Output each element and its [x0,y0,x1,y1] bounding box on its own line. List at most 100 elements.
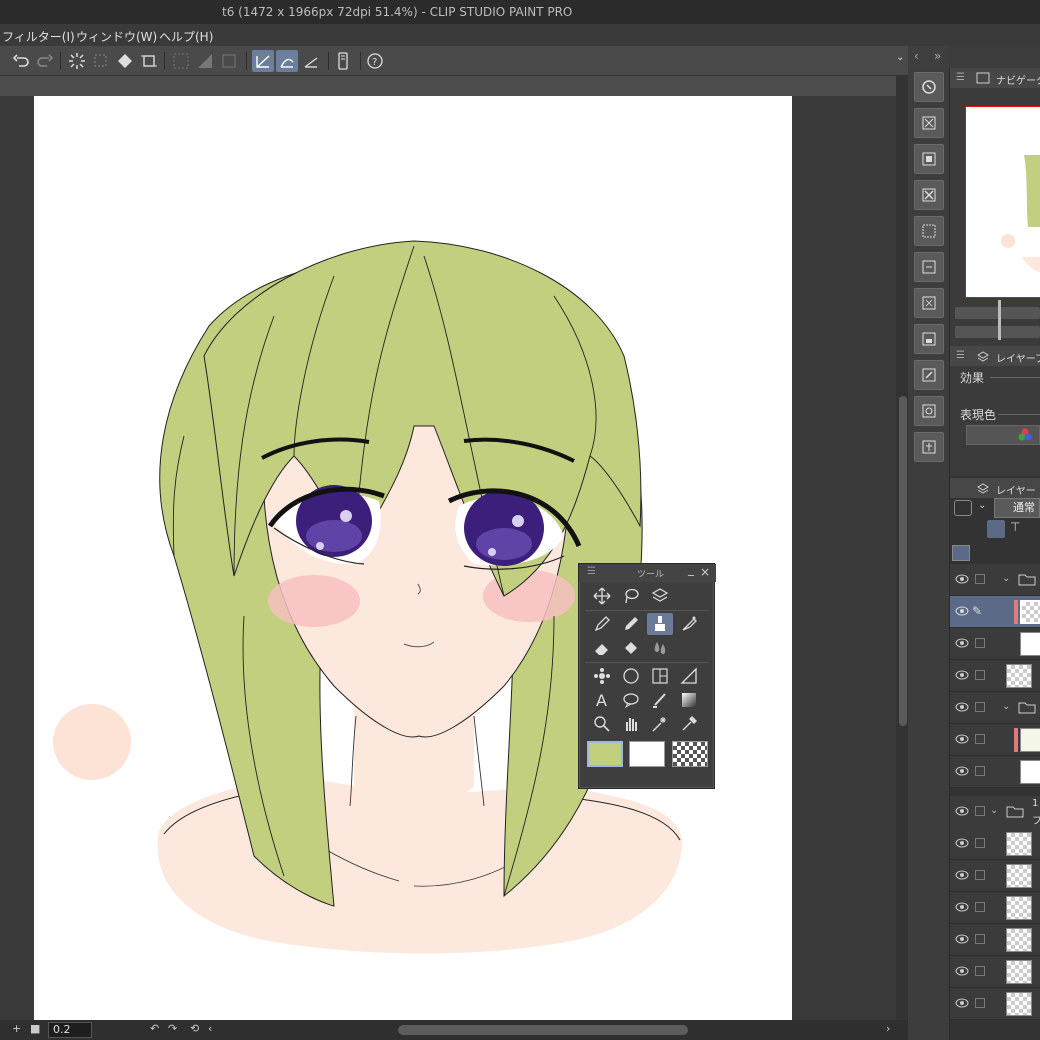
navigator-slider-handle[interactable] [998,300,1001,340]
rotate-right-button[interactable]: ↷ [168,1022,177,1035]
expand-right-icon[interactable]: » [934,49,941,63]
eye-icon[interactable] [955,637,969,649]
zoom-tool[interactable] [589,713,615,735]
blend-tool[interactable] [647,637,673,659]
side-button-1[interactable] [914,72,944,102]
folder-chevron-icon[interactable]: ⌄ [1002,573,1010,584]
layer-row-3[interactable] [950,660,1040,692]
layer-select-tool[interactable] [647,585,673,607]
eye-icon[interactable] [955,965,969,977]
smartphone-button[interactable] [332,50,354,72]
auto-select-tool[interactable] [647,713,673,735]
layer-checkbox[interactable] [975,966,985,976]
move-tool[interactable] [589,585,615,607]
layer-checkbox[interactable] [975,702,985,712]
layer-row-selected[interactable]: ✎ [950,596,1040,628]
fill-tool[interactable] [618,637,644,659]
lasso-tool[interactable] [618,585,644,607]
folder-chevron-icon[interactable]: ⌄ [1002,701,1010,712]
eye-icon[interactable] [955,837,969,849]
zoom-in-button[interactable]: + [12,1022,21,1035]
side-button-8[interactable] [914,324,944,354]
dropdown-chevron-icon[interactable]: ⌄ [978,500,986,511]
lock-transparent-button[interactable] [987,520,1005,538]
snap-grid-button[interactable] [300,50,322,72]
eye-icon[interactable] [955,765,969,777]
eye-icon[interactable] [955,933,969,945]
side-button-6[interactable] [914,252,944,282]
ruler-button[interactable] [194,50,216,72]
snap-special-ruler-button[interactable] [276,50,298,72]
frame-button[interactable] [218,50,240,72]
layer-checkbox[interactable] [975,998,985,1008]
redo-button[interactable] [34,50,56,72]
eye-icon[interactable] [955,997,969,1009]
help-button[interactable]: ? [364,50,386,72]
undo-button[interactable] [10,50,32,72]
eye-icon[interactable] [955,869,969,881]
figure-tool[interactable] [618,665,644,687]
close-icon[interactable]: × [700,565,710,579]
panel-grip-icon[interactable]: ☰ [956,350,965,361]
scroll-right-button[interactable]: › [886,1022,890,1035]
hand-tool[interactable] [618,713,644,735]
ruler-tool[interactable] [676,665,702,687]
brush-tool[interactable] [647,613,673,635]
balloon-tool[interactable] [618,689,644,711]
layer-row-6[interactable] [950,828,1040,860]
side-button-11[interactable] [914,432,944,462]
layer-checkbox[interactable] [975,766,985,776]
layer-row-7[interactable] [950,860,1040,892]
layer-checkbox[interactable] [975,638,985,648]
layer-checkbox[interactable] [975,902,985,912]
expression-color-button[interactable] [966,425,1040,445]
eye-icon[interactable] [955,701,969,713]
collapse-left-icon[interactable]: ‹ [914,49,919,63]
layer-row-9[interactable] [950,924,1040,956]
layer-checkbox[interactable] [975,670,985,680]
side-button-2[interactable] [914,108,944,138]
eye-icon[interactable] [955,901,969,913]
layer-checkbox[interactable] [975,934,985,944]
eye-icon[interactable] [955,573,969,585]
eyedropper-tool[interactable] [676,713,702,735]
layer-checkbox[interactable] [975,574,985,584]
layer-checkbox[interactable] [975,806,985,816]
horizontal-scroll-thumb[interactable] [398,1025,688,1035]
palette-grip-icon[interactable]: ☰ [587,566,596,577]
sub-color-swatch[interactable] [629,741,665,767]
eye-icon[interactable] [955,733,969,745]
eye-icon[interactable] [955,605,969,617]
blend-mode-select[interactable]: 通常 [994,498,1040,518]
reset-rotation-button[interactable]: ⟲ [190,1022,199,1035]
gradient-tool[interactable] [676,689,702,711]
menu-filter[interactable]: フィルター(I) [2,28,75,45]
layer-checkbox[interactable] [975,870,985,880]
pencil-tool[interactable] [618,613,644,635]
menu-help[interactable]: ヘルプ(H) [159,28,213,45]
grid-off-button[interactable] [170,50,192,72]
eraser-tool[interactable] [589,637,615,659]
decoration-tool[interactable] [589,665,615,687]
crop-button[interactable] [138,50,160,72]
transparent-color-swatch[interactable] [672,741,708,767]
fill-button[interactable] [114,50,136,72]
clip-lower-layer-icon[interactable]: ⊤ [1010,520,1020,534]
clear-selection-button[interactable] [90,50,112,72]
side-button-5[interactable] [914,216,944,246]
minimize-icon[interactable]: _ [688,562,694,576]
layer-menu-button[interactable] [952,545,970,561]
layer-row-4[interactable] [950,724,1040,756]
text-tool[interactable]: A [589,689,615,711]
loading-button[interactable] [66,50,88,72]
layer-row-11[interactable] [950,988,1040,1020]
layer-row-folder-3[interactable]: ⌄ 1 フ [950,796,1040,830]
collapse-chevron-icon[interactable]: ⌄ [896,52,904,63]
navigator-preview[interactable] [965,106,1040,298]
layer-color-button[interactable] [954,500,972,516]
layer-row-folder-1[interactable]: ⌄ [950,564,1040,596]
side-button-10[interactable] [914,396,944,426]
correct-line-tool[interactable] [647,689,673,711]
snap-ruler-button[interactable] [252,50,274,72]
layer-checkbox[interactable] [975,838,985,848]
